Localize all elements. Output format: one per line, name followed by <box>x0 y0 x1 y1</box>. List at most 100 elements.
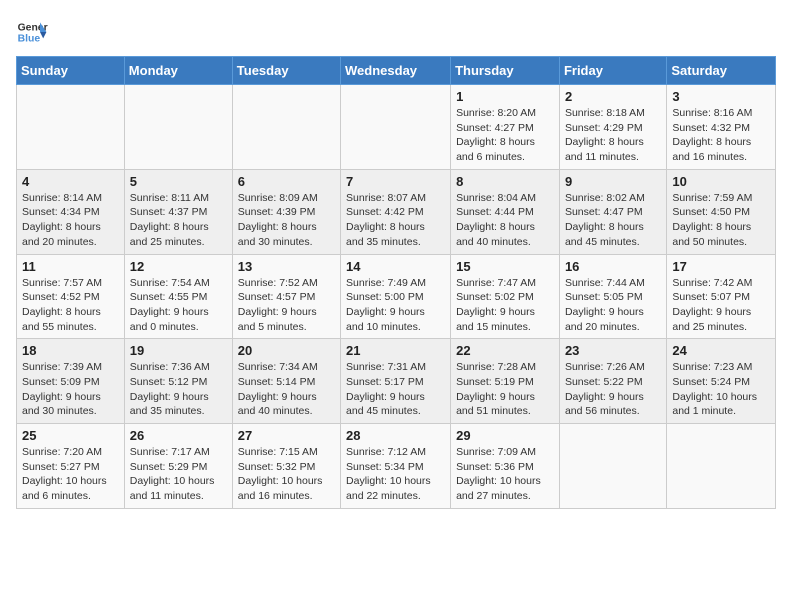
header-cell-saturday: Saturday <box>667 57 776 85</box>
day-info: Sunrise: 7:59 AM Sunset: 4:50 PM Dayligh… <box>672 191 770 250</box>
calendar-cell: 6 Sunrise: 8:09 AM Sunset: 4:39 PM Daylig… <box>232 169 340 254</box>
header-cell-thursday: Thursday <box>451 57 560 85</box>
day-number: 14 <box>346 259 445 274</box>
day-info: Sunrise: 7:42 AM Sunset: 5:07 PM Dayligh… <box>672 276 770 335</box>
day-info: Sunrise: 8:09 AM Sunset: 4:39 PM Dayligh… <box>238 191 335 250</box>
day-number: 16 <box>565 259 661 274</box>
day-info: Sunrise: 8:14 AM Sunset: 4:34 PM Dayligh… <box>22 191 119 250</box>
calendar-cell: 9 Sunrise: 8:02 AM Sunset: 4:47 PM Daylig… <box>559 169 666 254</box>
calendar-cell <box>667 424 776 509</box>
calendar-week-4: 18Sunrise: 7:39 AM Sunset: 5:09 PM Dayli… <box>17 339 776 424</box>
day-info: Sunrise: 7:17 AM Sunset: 5:29 PM Dayligh… <box>130 445 227 504</box>
calendar-cell: 23 Sunrise: 7:26 AM Sunset: 5:22 PM Dayli… <box>559 339 666 424</box>
header-cell-sunday: Sunday <box>17 57 125 85</box>
calendar-cell: 21 Sunrise: 7:31 AM Sunset: 5:17 PM Dayli… <box>341 339 451 424</box>
header-row: SundayMondayTuesdayWednesdayThursdayFrid… <box>17 57 776 85</box>
day-number: 24 <box>672 343 770 358</box>
logo-icon: General Blue <box>16 16 48 48</box>
calendar-cell: 28 Sunrise: 7:12 AM Sunset: 5:34 PM Dayli… <box>341 424 451 509</box>
calendar-cell: 16 Sunrise: 7:44 AM Sunset: 5:05 PM Dayli… <box>559 254 666 339</box>
day-info: Sunrise: 7:39 AM Sunset: 5:09 PM Dayligh… <box>22 360 119 419</box>
calendar-cell: 5Sunrise: 8:11 AM Sunset: 4:37 PM Daylig… <box>124 169 232 254</box>
calendar-cell: 4Sunrise: 8:14 AM Sunset: 4:34 PM Daylig… <box>17 169 125 254</box>
day-number: 25 <box>22 428 119 443</box>
calendar-cell: 3Sunrise: 8:16 AM Sunset: 4:32 PM Daylig… <box>667 85 776 170</box>
day-number: 26 <box>130 428 227 443</box>
calendar-cell <box>124 85 232 170</box>
day-info: Sunrise: 7:26 AM Sunset: 5:22 PM Dayligh… <box>565 360 661 419</box>
header-cell-tuesday: Tuesday <box>232 57 340 85</box>
calendar-week-2: 4Sunrise: 8:14 AM Sunset: 4:34 PM Daylig… <box>17 169 776 254</box>
day-info: Sunrise: 7:57 AM Sunset: 4:52 PM Dayligh… <box>22 276 119 335</box>
day-number: 8 <box>456 174 554 189</box>
calendar-cell <box>17 85 125 170</box>
day-info: Sunrise: 7:49 AM Sunset: 5:00 PM Dayligh… <box>346 276 445 335</box>
calendar-cell: 22 Sunrise: 7:28 AM Sunset: 5:19 PM Dayli… <box>451 339 560 424</box>
calendar-cell: 25 Sunrise: 7:20 AM Sunset: 5:27 PM Dayli… <box>17 424 125 509</box>
calendar-table: SundayMondayTuesdayWednesdayThursdayFrid… <box>16 56 776 509</box>
calendar-cell: 15 Sunrise: 7:47 AM Sunset: 5:02 PM Dayli… <box>451 254 560 339</box>
day-info: Sunrise: 8:04 AM Sunset: 4:44 PM Dayligh… <box>456 191 554 250</box>
calendar-week-1: 1Sunrise: 8:20 AM Sunset: 4:27 PM Daylig… <box>17 85 776 170</box>
day-number: 10 <box>672 174 770 189</box>
calendar-cell <box>232 85 340 170</box>
calendar-cell: 18Sunrise: 7:39 AM Sunset: 5:09 PM Dayli… <box>17 339 125 424</box>
calendar-cell: 24 Sunrise: 7:23 AM Sunset: 5:24 PM Dayli… <box>667 339 776 424</box>
day-info: Sunrise: 7:36 AM Sunset: 5:12 PM Dayligh… <box>130 360 227 419</box>
calendar-cell: 17Sunrise: 7:42 AM Sunset: 5:07 PM Dayli… <box>667 254 776 339</box>
day-info: Sunrise: 7:47 AM Sunset: 5:02 PM Dayligh… <box>456 276 554 335</box>
calendar-cell: 19 Sunrise: 7:36 AM Sunset: 5:12 PM Dayli… <box>124 339 232 424</box>
calendar-cell: 2 Sunrise: 8:18 AM Sunset: 4:29 PM Daylig… <box>559 85 666 170</box>
day-info: Sunrise: 7:09 AM Sunset: 5:36 PM Dayligh… <box>456 445 554 504</box>
day-number: 29 <box>456 428 554 443</box>
day-info: Sunrise: 7:23 AM Sunset: 5:24 PM Dayligh… <box>672 360 770 419</box>
day-number: 7 <box>346 174 445 189</box>
day-info: Sunrise: 7:12 AM Sunset: 5:34 PM Dayligh… <box>346 445 445 504</box>
calendar-week-3: 11 Sunrise: 7:57 AM Sunset: 4:52 PM Dayli… <box>17 254 776 339</box>
day-info: Sunrise: 8:18 AM Sunset: 4:29 PM Dayligh… <box>565 106 661 165</box>
day-number: 15 <box>456 259 554 274</box>
calendar-cell: 13 Sunrise: 7:52 AM Sunset: 4:57 PM Dayli… <box>232 254 340 339</box>
page-header: General Blue <box>16 16 776 48</box>
calendar-cell: 26 Sunrise: 7:17 AM Sunset: 5:29 PM Dayli… <box>124 424 232 509</box>
day-info: Sunrise: 7:31 AM Sunset: 5:17 PM Dayligh… <box>346 360 445 419</box>
day-info: Sunrise: 7:20 AM Sunset: 5:27 PM Dayligh… <box>22 445 119 504</box>
calendar-cell: 20 Sunrise: 7:34 AM Sunset: 5:14 PM Dayli… <box>232 339 340 424</box>
day-number: 27 <box>238 428 335 443</box>
calendar-cell: 11 Sunrise: 7:57 AM Sunset: 4:52 PM Dayli… <box>17 254 125 339</box>
day-number: 19 <box>130 343 227 358</box>
day-number: 20 <box>238 343 335 358</box>
calendar-header: SundayMondayTuesdayWednesdayThursdayFrid… <box>17 57 776 85</box>
day-number: 9 <box>565 174 661 189</box>
day-info: Sunrise: 7:52 AM Sunset: 4:57 PM Dayligh… <box>238 276 335 335</box>
calendar-cell <box>559 424 666 509</box>
day-number: 12 <box>130 259 227 274</box>
calendar-cell: 1Sunrise: 8:20 AM Sunset: 4:27 PM Daylig… <box>451 85 560 170</box>
day-info: Sunrise: 7:54 AM Sunset: 4:55 PM Dayligh… <box>130 276 227 335</box>
day-number: 13 <box>238 259 335 274</box>
day-number: 21 <box>346 343 445 358</box>
day-number: 6 <box>238 174 335 189</box>
calendar-cell: 12 Sunrise: 7:54 AM Sunset: 4:55 PM Dayli… <box>124 254 232 339</box>
day-number: 22 <box>456 343 554 358</box>
day-number: 28 <box>346 428 445 443</box>
header-cell-friday: Friday <box>559 57 666 85</box>
calendar-cell: 27 Sunrise: 7:15 AM Sunset: 5:32 PM Dayli… <box>232 424 340 509</box>
header-cell-wednesday: Wednesday <box>341 57 451 85</box>
day-info: Sunrise: 7:44 AM Sunset: 5:05 PM Dayligh… <box>565 276 661 335</box>
day-info: Sunrise: 7:15 AM Sunset: 5:32 PM Dayligh… <box>238 445 335 504</box>
calendar-cell: 7 Sunrise: 8:07 AM Sunset: 4:42 PM Daylig… <box>341 169 451 254</box>
logo: General Blue <box>16 16 48 48</box>
day-number: 1 <box>456 89 554 104</box>
calendar-body: 1Sunrise: 8:20 AM Sunset: 4:27 PM Daylig… <box>17 85 776 509</box>
day-number: 23 <box>565 343 661 358</box>
calendar-cell <box>341 85 451 170</box>
day-info: Sunrise: 8:07 AM Sunset: 4:42 PM Dayligh… <box>346 191 445 250</box>
day-info: Sunrise: 7:28 AM Sunset: 5:19 PM Dayligh… <box>456 360 554 419</box>
day-number: 2 <box>565 89 661 104</box>
day-number: 3 <box>672 89 770 104</box>
calendar-cell: 29 Sunrise: 7:09 AM Sunset: 5:36 PM Dayli… <box>451 424 560 509</box>
day-number: 11 <box>22 259 119 274</box>
day-info: Sunrise: 8:02 AM Sunset: 4:47 PM Dayligh… <box>565 191 661 250</box>
day-info: Sunrise: 7:34 AM Sunset: 5:14 PM Dayligh… <box>238 360 335 419</box>
